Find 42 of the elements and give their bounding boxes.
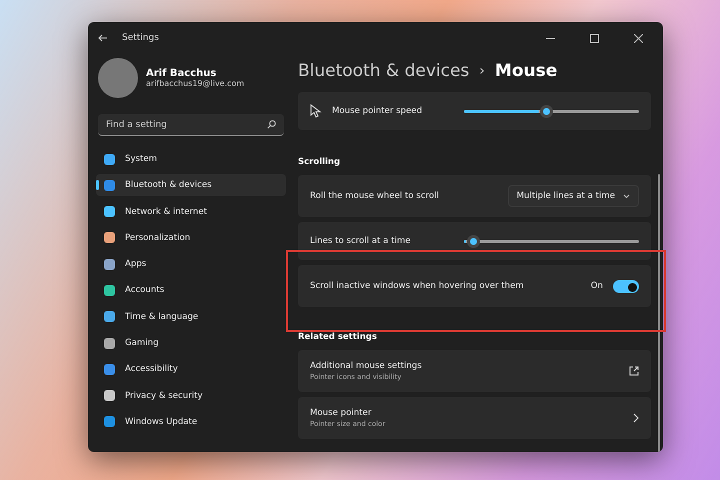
scroll-mode-dropdown[interactable]: Multiple lines at a time [508,185,639,207]
pointer-icon [310,104,322,118]
search-field[interactable]: Find a setting [98,114,284,136]
sidebar-item[interactable]: Time & language [96,306,286,328]
sidebar-item[interactable]: Privacy & security [96,384,286,407]
slider-thumb[interactable] [466,234,480,248]
toggle-switch[interactable] [613,280,639,292]
chevron-down-icon [623,194,630,198]
external-link-icon [629,366,639,376]
chevron-right-icon [633,413,639,423]
setting-label: Mouse pointer speed [332,106,424,116]
sidebar-item[interactable]: Personalization [96,226,286,249]
setting-label: Scroll inactive windows when hovering over them [310,281,525,291]
slider-track[interactable] [464,234,639,248]
section-heading: Scrolling [298,157,342,167]
slider-track[interactable] [464,104,639,118]
account-name: Arif Bacchus [146,68,218,79]
setting-label: Roll the mouse wheel to scroll [310,191,440,201]
sidebar-item[interactable]: Gaming [96,332,286,354]
setting-label: Mouse pointer [310,408,372,418]
page-title: Mouse [494,61,558,81]
search-icon [267,120,276,129]
slider-thumb[interactable] [540,104,554,118]
account-email: arifbacchus19@live.com [146,79,244,88]
sidebar-item[interactable]: Accounts [96,279,286,302]
window-title: Settings [122,33,159,43]
toggle-state-text: On [590,281,603,291]
sidebar-item[interactable]: System [96,148,286,170]
setting-label: Lines to scroll at a time [310,236,412,246]
sidebar-item[interactable]: Accessibility [96,358,286,380]
breadcrumb-separator: › [479,63,485,79]
sidebar-item[interactable]: Bluetooth & devices [96,174,286,196]
breadcrumb-parent[interactable]: Bluetooth & devices [298,61,470,81]
sidebar-item[interactable]: Windows Update [96,410,286,433]
back-arrow-icon[interactable] [98,34,108,42]
close-icon[interactable] [634,34,642,42]
sidebar-item[interactable]: Network & internet [96,200,286,223]
maximize-icon[interactable] [590,34,598,42]
sidebar-item[interactable]: Apps [96,253,286,276]
section-heading: Related settings [298,332,378,342]
setting-label: Additional mouse settings [310,361,423,371]
avatar-placeholder [98,58,138,98]
